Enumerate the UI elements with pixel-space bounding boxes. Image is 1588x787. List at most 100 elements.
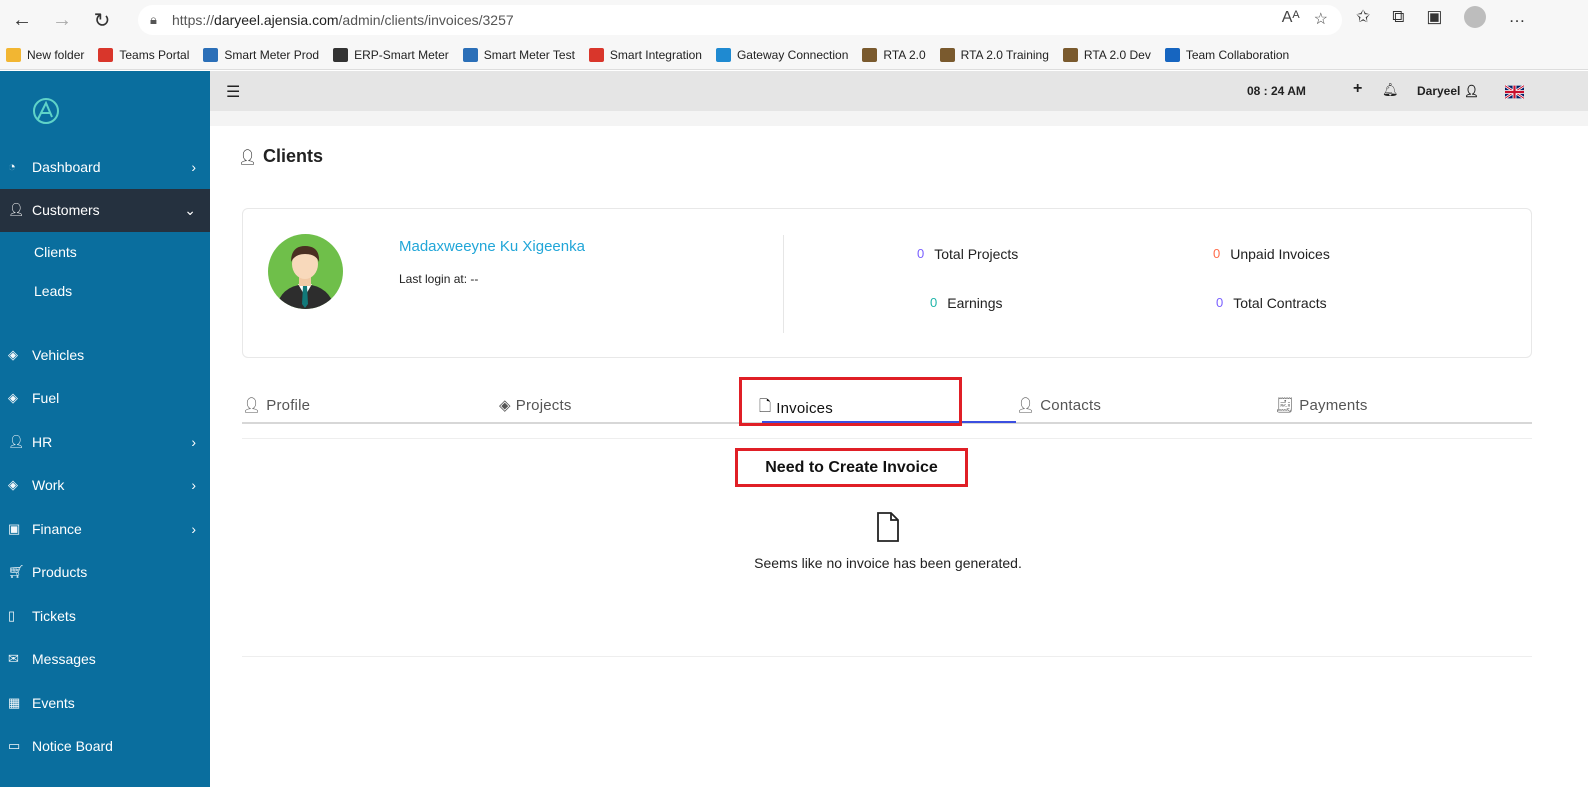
page-title-text: Clients <box>263 146 324 166</box>
refresh-icon[interactable]: ↻ <box>84 2 120 38</box>
sidebar-item-label: Dashboard <box>32 158 101 175</box>
sidebar-item-vehicles[interactable]: ◈ Vehicles <box>0 333 210 377</box>
bookmark-item[interactable]: RTA 2.0 <box>862 47 926 62</box>
sidebar-subitem-clients[interactable]: Clients <box>0 232 210 272</box>
sidebar-item-fuel[interactable]: ◈ Fuel <box>0 377 210 421</box>
chevron-down-icon: ⌄ <box>184 201 196 218</box>
bookmark-item[interactable]: ERP-Smart Meter <box>333 47 449 62</box>
bookmark-label: RTA 2.0 Training <box>960 47 1049 62</box>
client-avatar <box>268 234 343 309</box>
sidebar-item-dashboard[interactable]: ◔ Dashboard › <box>0 145 210 189</box>
sidebar-item-label: Notice Board <box>32 738 113 755</box>
back-icon[interactable]: ← <box>4 2 40 38</box>
address-bar[interactable]: 🔒︎ https://daryeel.ajensia.com/admin/cli… <box>138 5 1342 35</box>
folder-icon <box>6 47 21 62</box>
extensions-icon[interactable]: ▣ <box>1426 7 1442 27</box>
url-host: daryeel.ajensia.com <box>214 12 339 28</box>
sidebar-item-label: Finance <box>32 520 82 537</box>
tab-profile[interactable]: 👤︎ Profile <box>242 396 311 415</box>
chevron-right-icon: › <box>191 520 196 537</box>
tab-projects[interactable]: ◈ Projects <box>499 396 572 415</box>
bookmark-item[interactable]: Smart Integration <box>588 47 702 62</box>
file-icon <box>877 512 899 542</box>
sidebar-item-work[interactable]: ◈ Work › <box>0 464 210 508</box>
bell-icon[interactable]: 🔔︎ <box>1382 82 1399 98</box>
bookmark-item[interactable]: Team Collaboration <box>1164 47 1290 62</box>
read-aloud-icon[interactable]: Aᴬ <box>1282 9 1300 29</box>
profile-avatar[interactable] <box>1464 6 1487 28</box>
annotation-text: Need to Create Invoice <box>765 458 938 476</box>
add-icon[interactable]: + <box>1353 80 1362 98</box>
clock: 08 : 24 AM <box>1247 84 1306 98</box>
stat-value: 0 <box>917 246 925 261</box>
bookmark-item[interactable]: RTA 2.0 Training <box>939 47 1049 62</box>
url-prefix: https:// <box>172 12 215 28</box>
bookmark-item[interactable]: Smart Meter Prod <box>203 47 319 62</box>
bookmark-label: RTA 2.0 <box>883 47 926 62</box>
add-favorite-icon[interactable]: ☆ <box>1314 9 1328 29</box>
topbar-shadow <box>210 111 1588 126</box>
tab-payments[interactable]: 🧾︎ Payments <box>1275 396 1368 415</box>
sidebar-item-events[interactable]: ▦ Events <box>0 681 210 725</box>
bookmark-label: Smart Integration <box>609 47 702 62</box>
layers-icon: ◈ <box>8 390 18 406</box>
sidebar-item-tickets[interactable]: ▯ Tickets <box>0 594 210 638</box>
users-icon: 👤︎ <box>8 202 25 218</box>
sidebar-item-messages[interactable]: ✉ Messages <box>0 638 210 682</box>
layers-icon: ◈ <box>8 346 18 362</box>
user-icon: 👤︎ <box>1463 84 1479 98</box>
sidebar-item-notice-board[interactable]: ▭ Notice Board <box>0 725 210 769</box>
bookmark-label: Team Collaboration <box>1185 47 1290 62</box>
bookmark-item[interactable]: New folder <box>6 47 85 62</box>
user-name: Daryeel <box>1417 84 1461 98</box>
stat-total-projects: 0 Total Projects <box>917 246 1018 262</box>
menu-spacer <box>0 311 210 333</box>
bookmark-item[interactable]: Teams Portal <box>98 47 190 62</box>
client-name-link[interactable]: Madaxweeyne Ku Xigeenka <box>399 238 585 255</box>
sidebar-item-label: Messages <box>32 651 96 668</box>
bookmark-favicon-icon <box>333 47 349 62</box>
user-menu[interactable]: Daryeel 👤︎ <box>1417 84 1479 98</box>
tab-contacts[interactable]: 👤︎ Contacts <box>1016 396 1101 415</box>
stat-unpaid-invoices: 0 Unpaid Invoices <box>1213 246 1330 262</box>
more-icon[interactable]: … <box>1508 7 1525 27</box>
sidebar-item-hr[interactable]: 👤︎ HR › <box>0 420 210 464</box>
bookmark-item[interactable]: Smart Meter Test <box>462 47 575 62</box>
receipt-icon: 🧾︎ <box>1275 397 1295 414</box>
bookmark-label: ERP-Smart Meter <box>354 47 449 62</box>
sidebar-subitem-leads[interactable]: Leads <box>0 272 210 312</box>
annotation-box: Need to Create Invoice <box>735 448 968 487</box>
mail-icon: ✉ <box>8 651 19 667</box>
sidebar-item-customers[interactable]: 👤︎ Customers ⌄ <box>0 188 210 232</box>
users-icon: 👤︎ <box>1016 397 1036 414</box>
url-path: /admin/clients/invoices/3257 <box>338 12 514 28</box>
app-topbar: ☰ 08 : 24 AM + 🔔︎ Daryeel 👤︎ <box>210 71 1588 111</box>
bookmark-label: Teams Portal <box>119 47 190 62</box>
stat-earnings: 0 Earnings <box>930 295 1003 311</box>
favorites-icon[interactable]: ✩ <box>1356 7 1370 27</box>
sidebar-item-finance[interactable]: ▣ Finance › <box>0 507 210 551</box>
bookmark-item[interactable]: Gateway Connection <box>715 47 848 62</box>
bookmark-favicon-icon <box>939 47 955 62</box>
stat-label: Total Contracts <box>1233 295 1327 311</box>
bookmark-item[interactable]: RTA 2.0 Dev <box>1062 47 1151 62</box>
page-title: 👤︎ Clients <box>238 146 323 167</box>
user-icon: 👤︎ <box>8 433 25 449</box>
board-icon: ▭ <box>8 738 21 754</box>
uk-flag-icon[interactable] <box>1505 85 1524 99</box>
bookmark-label: New folder <box>27 47 85 62</box>
last-login: Last login at: -- <box>399 272 479 286</box>
sidebar-item-label: Events <box>32 694 75 711</box>
user-icon: 👤︎ <box>242 397 262 414</box>
forward-icon[interactable]: → <box>44 2 80 38</box>
sidebar-item-label: Work <box>32 477 65 494</box>
tab-label: Profile <box>266 396 311 414</box>
collections-icon[interactable]: ⧉ <box>1392 7 1404 27</box>
stat-value: 0 <box>1216 295 1224 310</box>
sidebar-menu: ◔ Dashboard › 👤︎ Customers ⌄ Clients Leads ◈ Vehi… <box>0 145 210 768</box>
hamburger-icon[interactable]: ☰ <box>226 82 240 102</box>
bookmark-label: RTA 2.0 Dev <box>1083 47 1151 62</box>
bookmark-label: Smart Meter Test <box>483 47 575 62</box>
sidebar: ◔ Dashboard › 👤︎ Customers ⌄ Clients Leads ◈ Vehi… <box>0 71 210 787</box>
layers-icon: ◈ <box>499 397 511 414</box>
